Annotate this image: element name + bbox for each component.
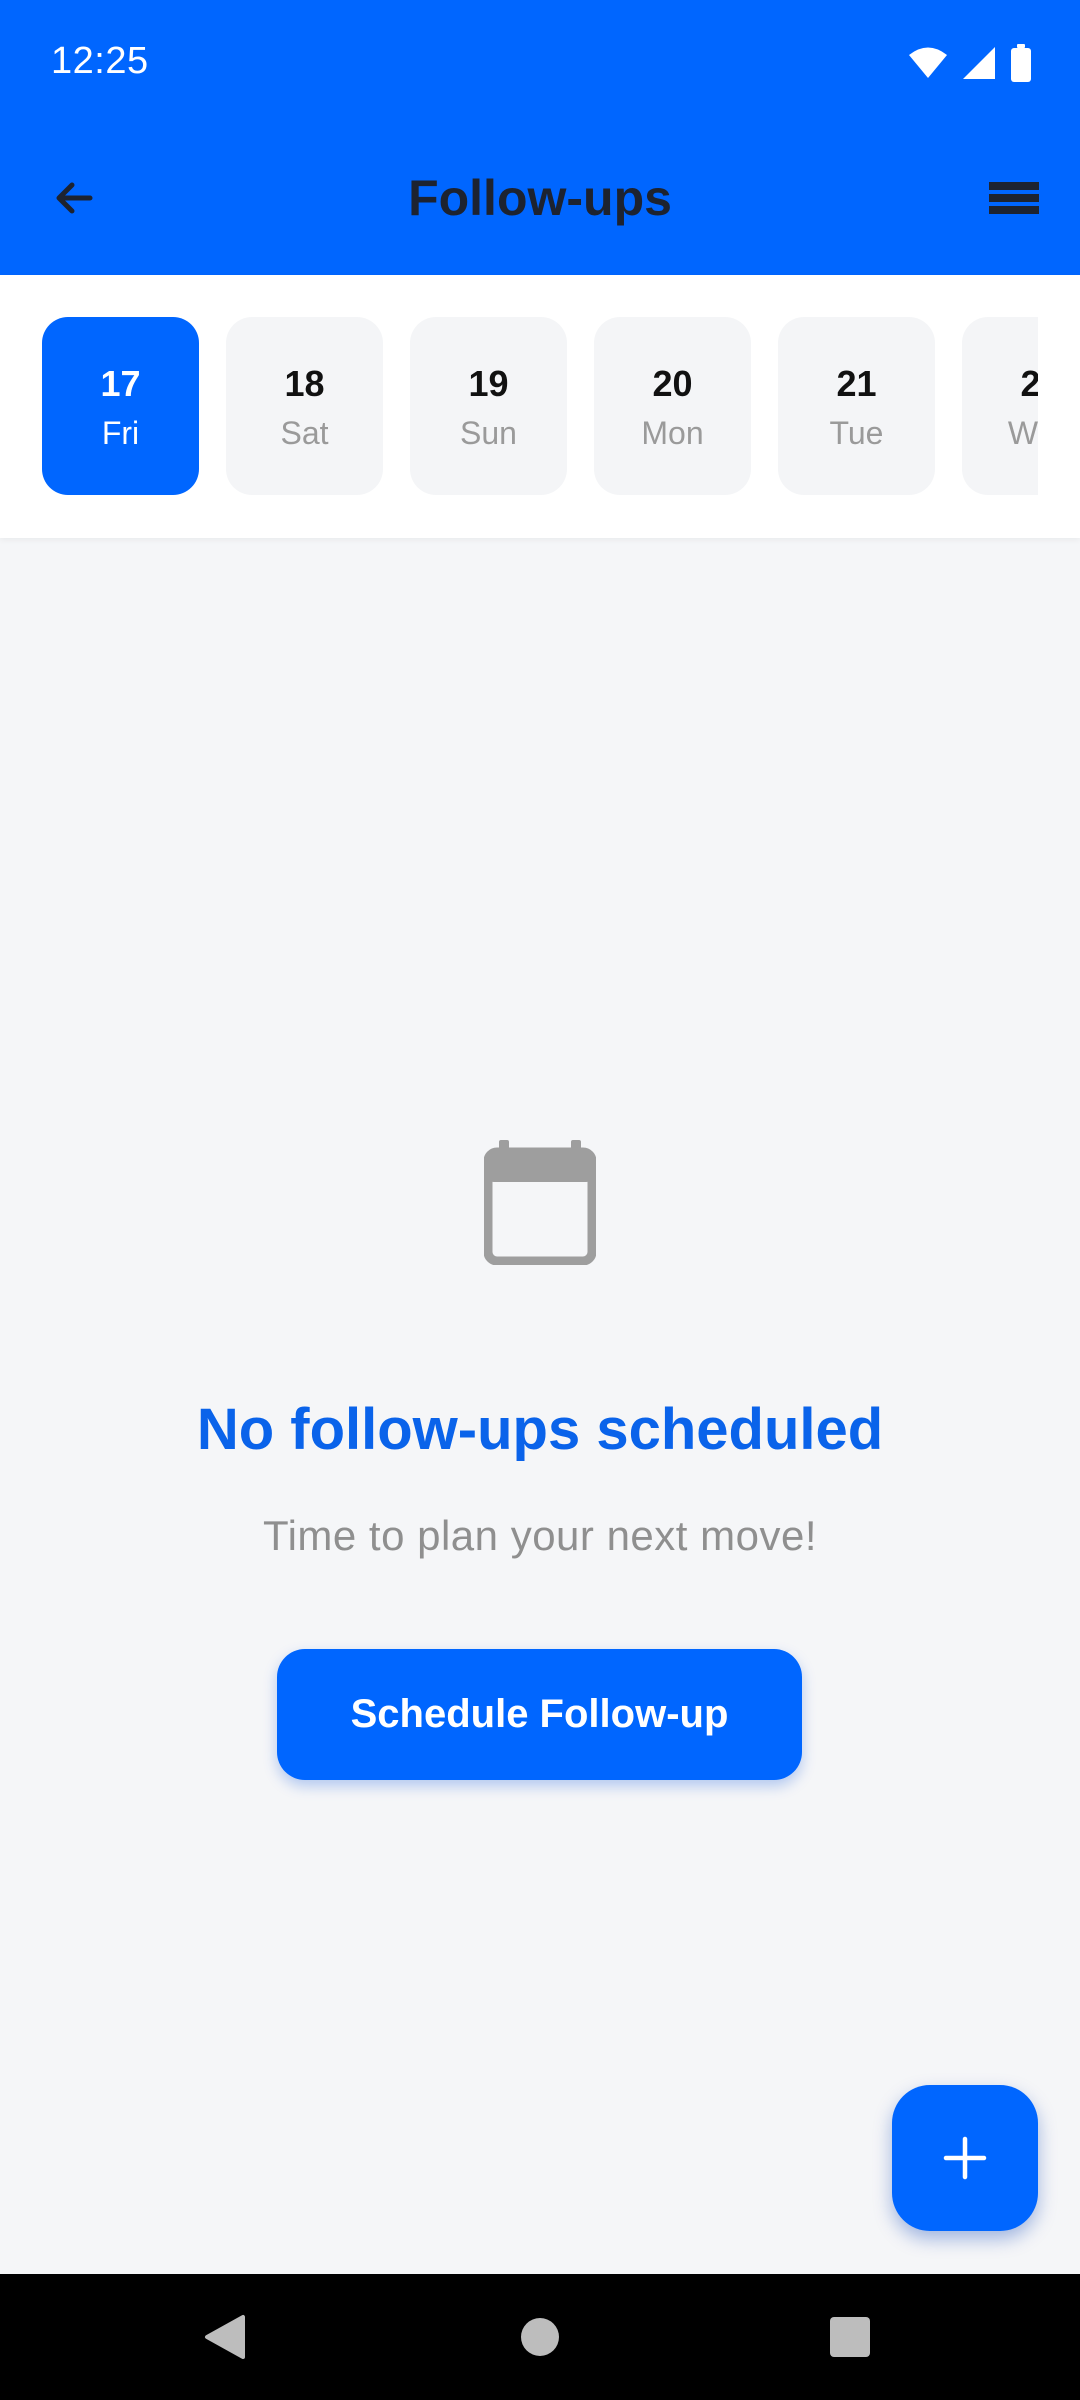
nav-recents-icon — [830, 2317, 870, 2357]
calendar-icon — [484, 1140, 596, 1265]
nav-home-icon — [521, 2318, 559, 2356]
date-weekday: Fri — [101, 415, 140, 451]
date-item-17[interactable]: 17 Fri — [42, 317, 199, 495]
battery-icon — [1011, 44, 1031, 82]
app-header: 12:25 Follow-ups — [0, 0, 1080, 275]
status-icons — [908, 44, 1032, 82]
follow-ups-screen: 12:25 Follow-ups 17 Fri 18 Sat 19 Sun 20… — [0, 0, 1080, 2400]
schedule-follow-up-button[interactable]: Schedule Follow-up — [277, 1649, 802, 1780]
date-number: 17 — [100, 363, 141, 404]
system-navigation-bar — [0, 2274, 1080, 2400]
signal-icon — [963, 47, 995, 79]
nav-recents-button[interactable] — [790, 2274, 910, 2400]
add-follow-up-fab[interactable] — [892, 2085, 1038, 2231]
nav-back-icon — [205, 2315, 245, 2359]
date-weekday: Tue — [829, 415, 884, 451]
wifi-icon — [909, 47, 947, 78]
date-selector: 17 Fri 18 Sat 19 Sun 20 Mon 21 Tue 22 We… — [0, 275, 1080, 538]
date-item-19[interactable]: 19 Sun — [410, 317, 567, 495]
plus-icon — [943, 2136, 987, 2180]
date-weekday: Wed — [1007, 415, 1038, 451]
date-number: 19 — [468, 363, 509, 404]
date-number: 18 — [284, 363, 325, 404]
date-number: 20 — [652, 363, 693, 404]
menu-icon — [989, 182, 1039, 214]
date-item-18[interactable]: 18 Sat — [226, 317, 383, 495]
date-item-21[interactable]: 21 Tue — [778, 317, 935, 495]
date-item-20[interactable]: 20 Mon — [594, 317, 751, 495]
menu-button[interactable] — [984, 168, 1044, 228]
nav-home-button[interactable] — [480, 2274, 600, 2400]
empty-state-title: No follow-ups scheduled — [196, 1397, 884, 1462]
date-number: 22 — [1020, 363, 1038, 404]
date-track[interactable]: 17 Fri 18 Sat 19 Sun 20 Mon 21 Tue 22 We… — [42, 317, 1038, 497]
date-item-22[interactable]: 22 Wed — [962, 317, 1038, 495]
date-weekday: Sat — [280, 415, 329, 451]
date-number: 21 — [836, 363, 877, 404]
nav-back-button[interactable] — [165, 2274, 285, 2400]
date-weekday: Mon — [641, 415, 704, 451]
status-time: 12:25 — [51, 40, 149, 82]
page-title: Follow-ups — [408, 170, 672, 226]
date-weekday: Sun — [460, 415, 517, 451]
empty-state-subtitle: Time to plan your next move! — [262, 1512, 817, 1559]
